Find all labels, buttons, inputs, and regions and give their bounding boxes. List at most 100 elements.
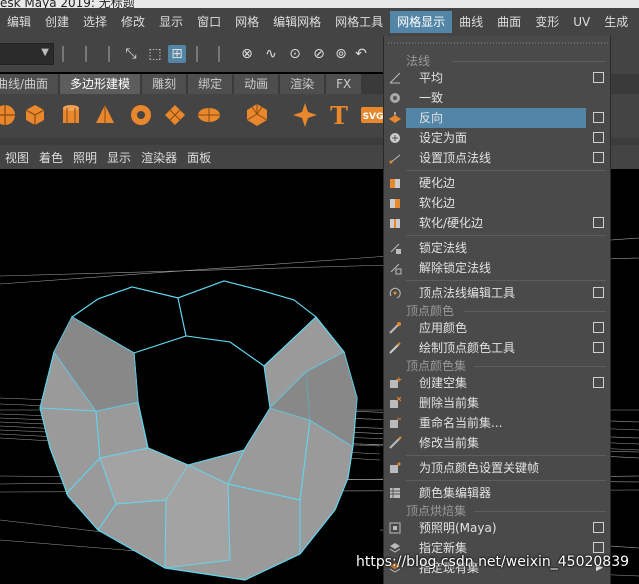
- window-title-bar: esk Maya 2019: 无标题: [0, 0, 639, 8]
- platonic-solid-icon[interactable]: [244, 102, 270, 128]
- shelf-tab-poly-modeling[interactable]: 多边形建模: [60, 74, 141, 94]
- make-live-icon[interactable]: ⊚: [332, 45, 350, 63]
- menu-surfaces[interactable]: 曲面: [490, 11, 528, 33]
- menu-item-unlock-normals[interactable]: 解除锁定法线: [384, 258, 610, 278]
- apply-color-icon: [389, 322, 401, 334]
- normal-reverse-icon: [389, 112, 401, 123]
- assign-new-set-icon: [389, 543, 401, 553]
- menu-item-conform[interactable]: 一致: [384, 88, 610, 108]
- panel-menu-panels[interactable]: 面板: [182, 149, 216, 166]
- panel-menu-view[interactable]: 视图: [0, 149, 34, 166]
- snap-to-curve-icon[interactable]: ∿: [262, 45, 280, 63]
- menu-item-key-vertex-color[interactable]: 为顶点颜色设置关键帧: [384, 458, 610, 478]
- menu-mesh-display[interactable]: 网格显示: [390, 11, 453, 33]
- menu-item-prelight[interactable]: 预照明(Maya): [384, 518, 610, 538]
- select-by-object-icon[interactable]: ⬚: [146, 45, 164, 63]
- menu-item-set-to-face[interactable]: 设定为面: [384, 128, 610, 148]
- poly-sphere-icon[interactable]: [0, 102, 18, 128]
- menu-generate[interactable]: 生成: [597, 11, 635, 33]
- menu-windows[interactable]: 窗口: [190, 11, 228, 33]
- shelf-tab-curves-surfaces[interactable]: 曲线/曲面: [0, 74, 59, 94]
- option-box[interactable]: [593, 132, 604, 143]
- separator: [62, 46, 64, 62]
- menu-curves[interactable]: 曲线: [452, 11, 490, 33]
- shelf-tab-sculpting[interactable]: 雕刻: [142, 74, 187, 94]
- menu-item-apply-color[interactable]: 应用颜色: [384, 318, 610, 338]
- poly-plane-icon[interactable]: [162, 102, 188, 128]
- menu-item-delete-current-set[interactable]: 删除当前集: [384, 393, 610, 413]
- divider: [464, 311, 606, 312]
- shelf-tab-rigging[interactable]: 绑定: [188, 74, 233, 94]
- type-tool-icon[interactable]: T: [326, 102, 352, 128]
- menu-set-selector[interactable]: ▼: [0, 43, 54, 65]
- option-box[interactable]: [593, 322, 604, 333]
- poly-disc-icon[interactable]: [196, 102, 222, 128]
- menu-item-vertex-normal-edit-tool[interactable]: 顶点法线编辑工具: [384, 283, 610, 303]
- menu-item-lock-normals[interactable]: 锁定法线: [384, 238, 610, 258]
- menu-item-rename-current-set[interactable]: 重命名当前集...: [384, 413, 610, 433]
- panel-menu-renderer[interactable]: 渲染器: [136, 149, 182, 166]
- menu-mesh[interactable]: 网格: [228, 11, 266, 33]
- snap-to-view-plane-icon[interactable]: ⊘: [310, 45, 328, 63]
- poly-cylinder-icon[interactable]: [58, 102, 84, 128]
- menu-modify[interactable]: 修改: [114, 11, 152, 33]
- option-box[interactable]: [593, 522, 604, 533]
- menu-edit[interactable]: 编辑: [0, 11, 38, 33]
- menu-item-label: 重命名当前集...: [419, 416, 503, 430]
- option-box[interactable]: [593, 217, 604, 228]
- section-label: 法线: [406, 54, 431, 68]
- menu-create[interactable]: 创建: [38, 11, 76, 33]
- dropdown-arrow-icon: ▼: [41, 47, 49, 58]
- menu-mesh-tools[interactable]: 网格工具: [328, 11, 390, 33]
- section-label: 顶点烘焙集: [406, 504, 467, 518]
- history-icon[interactable]: ↶: [352, 45, 370, 63]
- menu-item-label: 为顶点颜色设置关键帧: [419, 461, 540, 475]
- shelf-tab-animation[interactable]: 动画: [234, 74, 279, 94]
- menu-item-color-set-editor[interactable]: 颜色集编辑器: [384, 483, 610, 503]
- tear-off-handle[interactable]: [384, 36, 611, 50]
- poly-cone-icon[interactable]: [92, 102, 118, 128]
- option-box[interactable]: [593, 72, 604, 83]
- menu-item-modify-current-set[interactable]: 修改当前集: [384, 433, 610, 453]
- snap-to-grid-icon[interactable]: ⊗: [238, 45, 256, 63]
- snap-to-point-icon[interactable]: ⊙: [286, 45, 304, 63]
- menu-item-set-vertex-normal[interactable]: 设置顶点法线: [384, 148, 610, 168]
- option-box[interactable]: [593, 377, 604, 388]
- panel-menu-lighting[interactable]: 照明: [68, 149, 102, 166]
- menu-select[interactable]: 选择: [76, 11, 114, 33]
- menu-item-paint-vertex-color[interactable]: 绘制顶点颜色工具: [384, 338, 610, 358]
- panel-menu-shading[interactable]: 着色: [34, 149, 68, 166]
- option-box[interactable]: [593, 152, 604, 163]
- option-box[interactable]: [593, 342, 604, 353]
- menu-item-average[interactable]: 平均: [384, 68, 610, 88]
- svg-text:SVG: SVG: [363, 112, 384, 122]
- poly-cube-icon[interactable]: [22, 102, 48, 128]
- watermark: https://blog.csdn.net/weixin_45020839: [356, 554, 630, 570]
- color-set-editor-icon: [390, 488, 400, 498]
- menu-display[interactable]: 显示: [152, 11, 190, 33]
- section-vertex-color: 顶点颜色: [384, 303, 610, 319]
- menu-item-soften-edge[interactable]: 软化边: [384, 193, 610, 213]
- normal-conform-icon: [390, 93, 400, 103]
- select-by-hierarchy-icon[interactable]: ⤡: [122, 45, 140, 63]
- soccer-ball-mesh[interactable]: [39, 280, 358, 581]
- poly-torus-icon[interactable]: [128, 102, 154, 128]
- menu-item-harden-edge[interactable]: 硬化边: [384, 173, 610, 193]
- panel-menu-show[interactable]: 显示: [102, 149, 136, 166]
- menu-deform[interactable]: 变形: [528, 11, 566, 33]
- menu-uv[interactable]: UV: [566, 11, 597, 33]
- delete-current-set-icon: [390, 396, 402, 408]
- option-box[interactable]: [593, 542, 604, 553]
- rename-current-set-icon: [390, 418, 401, 428]
- shelf-tab-rendering[interactable]: 渲染: [280, 74, 325, 94]
- shelf-tab-fx[interactable]: FX: [326, 74, 362, 94]
- menu-edit-mesh[interactable]: 编辑网格: [266, 11, 328, 33]
- soften-edge-icon: [390, 199, 400, 208]
- super-shape-icon[interactable]: [292, 102, 318, 128]
- option-box[interactable]: [593, 287, 604, 298]
- select-by-component-icon[interactable]: ⊞: [168, 45, 186, 63]
- menu-item-soften-harden-edge[interactable]: 软化/硬化边: [384, 213, 610, 233]
- option-box[interactable]: [593, 112, 604, 123]
- menu-item-create-empty-set[interactable]: 创建空集: [384, 373, 610, 393]
- menu-item-reverse[interactable]: 反向: [384, 108, 610, 128]
